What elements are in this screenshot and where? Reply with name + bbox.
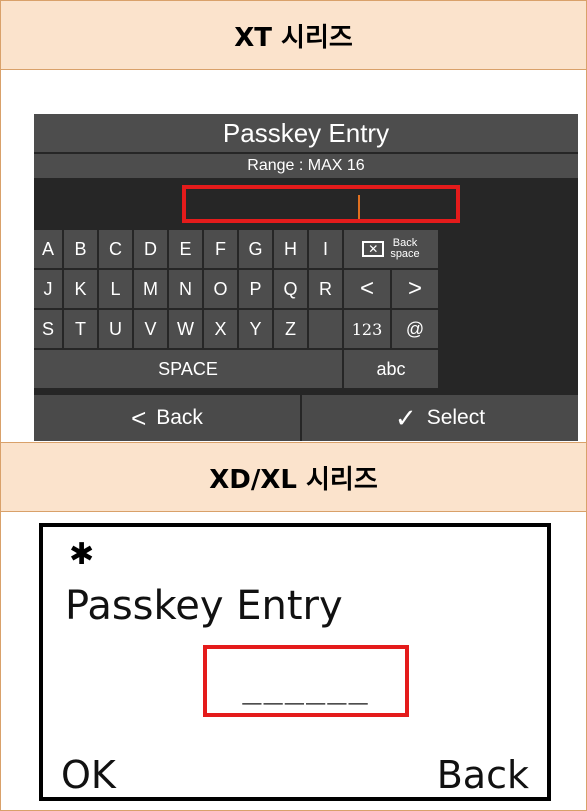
text-cursor — [358, 195, 360, 219]
backspace-label-line2: space — [390, 248, 420, 260]
key-b[interactable]: B — [64, 230, 97, 268]
xt-back-button[interactable]: < Back — [34, 395, 300, 441]
key-blank[interactable] — [309, 310, 342, 348]
xt-range: Range : MAX 16 — [34, 154, 578, 178]
backspace-key[interactable]: ✕ Back space — [344, 230, 438, 268]
chevron-left-icon: < — [131, 402, 147, 433]
xd-ok-label[interactable]: OK — [61, 753, 116, 797]
key-k[interactable]: K — [64, 270, 97, 308]
key-i[interactable]: I — [309, 230, 342, 268]
key-a[interactable]: A — [34, 230, 62, 268]
xt-select-label: Select — [426, 406, 486, 429]
backspace-icon: ✕ — [362, 241, 385, 257]
key-p[interactable]: P — [239, 270, 272, 308]
xt-screen: Passkey Entry Range : MAX 16 A B C D E F… — [34, 114, 578, 441]
xd-series-header: XD/XL 시리즈 — [1, 442, 586, 512]
key-d[interactable]: D — [134, 230, 167, 268]
numbers-key[interactable]: 123 — [344, 310, 390, 348]
key-h[interactable]: H — [274, 230, 307, 268]
key-f[interactable]: F — [204, 230, 237, 268]
xt-select-button[interactable]: ✓ Select — [302, 395, 578, 441]
key-x[interactable]: X — [204, 310, 237, 348]
key-m[interactable]: M — [134, 270, 167, 308]
xt-title: Passkey Entry — [34, 114, 578, 152]
xd-passkey-input[interactable]: ______ — [203, 645, 409, 717]
document: XT 시리즈 Passkey Entry Range : MAX 16 A B … — [0, 0, 587, 811]
key-w[interactable]: W — [169, 310, 202, 348]
key-z[interactable]: Z — [274, 310, 307, 348]
right-arrow-key[interactable]: > — [392, 270, 438, 308]
key-o[interactable]: O — [204, 270, 237, 308]
key-g[interactable]: G — [239, 230, 272, 268]
key-y[interactable]: Y — [239, 310, 272, 348]
xd-screen: ✱ Passkey Entry ______ OK Back — [39, 523, 551, 801]
bluetooth-icon: ✱ — [69, 538, 95, 571]
space-key[interactable]: SPACE — [34, 350, 342, 388]
at-key[interactable]: @ — [392, 310, 438, 348]
key-s[interactable]: S — [34, 310, 62, 348]
key-c[interactable]: C — [99, 230, 132, 268]
key-j[interactable]: J — [34, 270, 62, 308]
key-v[interactable]: V — [134, 310, 167, 348]
key-t[interactable]: T — [64, 310, 97, 348]
key-r[interactable]: R — [309, 270, 342, 308]
key-q[interactable]: Q — [274, 270, 307, 308]
xd-back-label[interactable]: Back — [437, 753, 529, 797]
key-l[interactable]: L — [99, 270, 132, 308]
passkey-input[interactable] — [182, 185, 460, 223]
xd-title: Passkey Entry — [65, 583, 343, 629]
key-u[interactable]: U — [99, 310, 132, 348]
check-icon: ✓ — [394, 402, 417, 433]
key-e[interactable]: E — [169, 230, 202, 268]
xt-series-header: XT 시리즈 — [1, 1, 586, 70]
key-n[interactable]: N — [169, 270, 202, 308]
left-arrow-key[interactable]: < — [344, 270, 390, 308]
xt-back-label: Back — [156, 406, 203, 429]
backspace-label: Back space — [390, 238, 419, 260]
abc-key[interactable]: abc — [344, 350, 438, 388]
